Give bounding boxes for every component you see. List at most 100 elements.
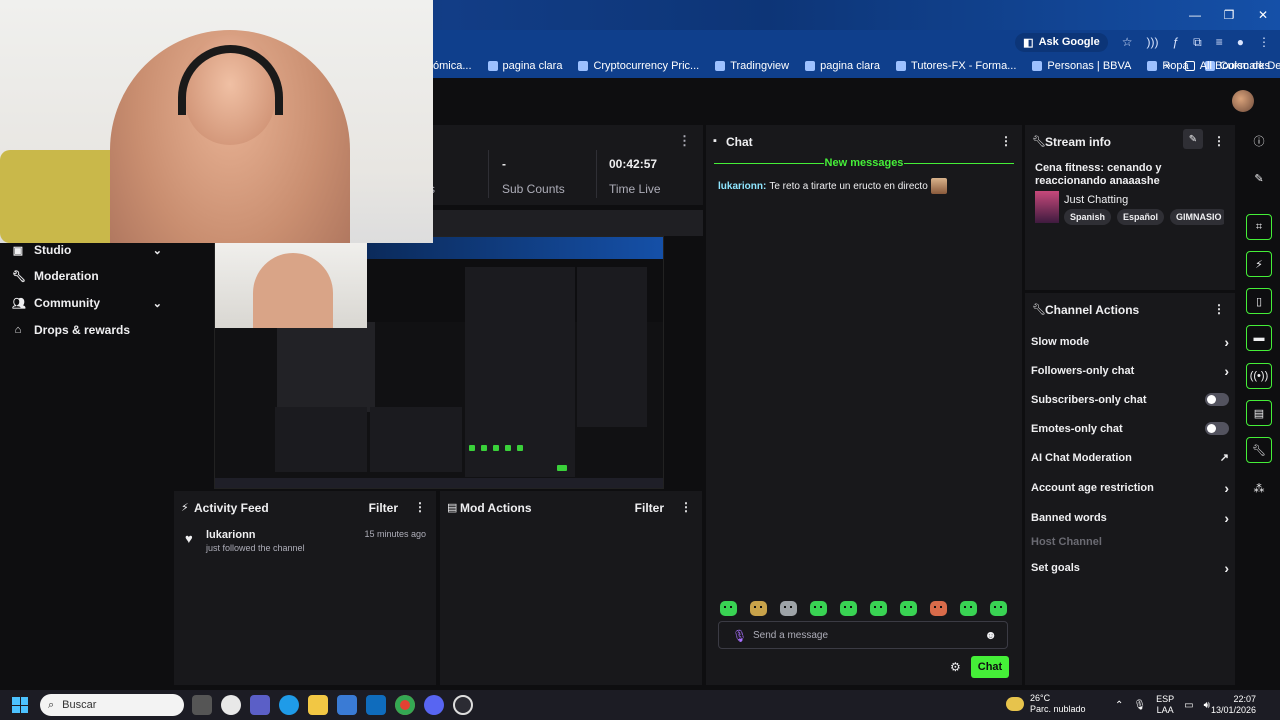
tag[interactable]: GIMNASIO [1170,209,1224,225]
outlook-icon[interactable] [366,695,386,715]
stat-time-live: 00:42:57 Time Live [609,157,661,196]
more-options-icon[interactable]: ⋮ [414,500,426,514]
emote-button[interactable] [990,601,1007,616]
tag[interactable]: Spanish [1064,209,1112,225]
user-avatar[interactable] [1232,90,1254,112]
chevron-down-icon[interactable]: ⌄ [153,244,162,257]
bookmark-item[interactable]: pagina clara [805,60,880,72]
filter-button[interactable]: Filter [369,501,398,515]
language-indicator[interactable]: ESP LAA [1156,694,1174,716]
emote-button[interactable] [870,601,887,616]
emote-button[interactable] [780,601,797,616]
star-icon[interactable]: ☆ [1122,35,1133,49]
emotes-only-toggle[interactable] [1205,422,1229,435]
more-options-icon[interactable]: ⋮ [1000,134,1012,148]
nav-item-community[interactable]: 👥︎ Community ⌄ [12,296,162,310]
bookmark-item[interactable]: Cryptocurrency Pric... [578,60,699,72]
action-ai-moderation[interactable]: AI Chat Moderation ↗ [1031,451,1229,465]
stream-info-panel: 🔧︎ Stream info ✎ ⋮ Cena fitness: cenando… [1025,125,1235,290]
action-account-age[interactable]: Account age restriction › [1031,480,1229,496]
wrench-icon[interactable]: 🔧︎ [1246,437,1272,463]
layout-icon[interactable]: ▤ [1246,400,1272,426]
chat-username[interactable]: lukarionn: [718,181,766,192]
more-options-icon[interactable]: ⋮ [680,500,692,514]
emote-button[interactable] [930,601,947,616]
chat-input[interactable]: 🎙︎ Send a message ☻ [718,621,1008,649]
category-name[interactable]: Just Chatting [1064,194,1128,206]
more-bookmarks-icon[interactable]: » [1165,60,1171,72]
clock[interactable]: 22:07 13/01/2026 [1211,694,1256,716]
microphone-icon[interactable]: 🎙︎ [1133,700,1146,711]
minimize-icon[interactable]: — [1178,0,1212,30]
info-icon[interactable]: ⓘ [1246,128,1272,154]
obs-icon[interactable] [453,695,473,715]
volume-icon[interactable]: 🔊︎ [1204,700,1210,711]
ask-google-label: Ask Google [1038,36,1100,48]
tag[interactable]: Español [1117,209,1165,225]
clip-icon[interactable]: ⌗ [1246,214,1272,240]
chat-bubble-icon[interactable]: ▬ [1246,325,1272,351]
bookmark-item[interactable]: Tradingview [715,60,789,72]
chevron-up-icon[interactable]: ⌃ [1115,700,1123,711]
bookmark-item[interactable]: ómica... [433,60,472,72]
nav-item-studio[interactable]: ▣ Studio ⌄ [12,243,162,257]
emote-button[interactable] [840,601,857,616]
action-set-goals[interactable]: Set goals › [1031,560,1229,576]
discord-icon[interactable] [424,695,444,715]
nav-item-drops-rewards[interactable]: ⌂ Drops & rewards [12,323,162,337]
bookmark-item[interactable]: pagina clara [487,60,562,72]
slack-icon[interactable] [221,695,241,715]
bookmark-item[interactable]: Personas | BBVA [1032,60,1131,72]
task-view-icon[interactable] [192,695,212,715]
filter-button[interactable]: Filter [635,501,664,515]
action-slow-mode[interactable]: Slow mode › [1031,334,1229,350]
activity-user[interactable]: lukarionn [206,529,256,541]
document-icon[interactable]: ▯ [1246,288,1272,314]
lightning-icon[interactable]: ⚡︎ [1246,251,1272,277]
add-action-icon[interactable]: ⁂ [1246,475,1272,501]
queue-icon[interactable]: ≡ [1216,35,1223,49]
restore-icon[interactable]: ❐ [1212,0,1246,30]
nav-item-moderation[interactable]: 🔧︎ Moderation [12,269,162,283]
microphone-icon[interactable]: 🎙︎ [732,629,747,643]
bookmark-item[interactable]: Tutores-FX - Forma... [896,60,1016,72]
edge-icon[interactable] [279,695,299,715]
all-bookmarks-button[interactable]: All Bookmarks [1184,60,1270,72]
weather-widget[interactable]: 26°C Parc. nublado [1006,693,1086,715]
new-messages-divider: New messages [714,157,1014,169]
teams-icon[interactable] [250,695,270,715]
puzzle-icon[interactable]: ⧉ [1193,35,1202,50]
chat-send-button[interactable]: Chat [971,656,1009,678]
time-live-label: Time Live [609,182,661,196]
extension-wave-icon[interactable]: ))) [1146,35,1158,49]
action-host-channel: Host Channel [1031,536,1229,548]
file-explorer-icon[interactable] [308,695,328,715]
ask-google-button[interactable]: ◧ Ask Google [1015,32,1108,52]
pencil-icon[interactable]: ✎ [1246,165,1272,191]
gear-icon[interactable]: ⚙ [950,660,961,674]
emote-button[interactable] [960,601,977,616]
more-options-icon[interactable]: ⋮ [1213,134,1225,148]
more-options-icon[interactable]: ⋮ [678,133,691,149]
action-followers-only[interactable]: Followers-only chat › [1031,363,1229,379]
close-icon[interactable]: ✕ [1246,0,1280,30]
network-icon[interactable]: ▭ [1184,700,1193,711]
emote-button[interactable] [900,601,917,616]
action-banned-words[interactable]: Banned words › [1031,510,1229,526]
menu-icon[interactable]: ⋮ [1258,35,1270,49]
store-icon[interactable] [337,695,357,715]
profile-icon[interactable]: ● [1237,35,1244,49]
emote-button[interactable] [720,601,737,616]
emote-button[interactable] [750,601,767,616]
subscribers-only-toggle[interactable] [1205,393,1229,406]
emoji-icon[interactable]: ☻ [984,628,997,642]
emote-button[interactable] [810,601,827,616]
edit-icon[interactable]: ✎ [1183,129,1203,149]
chevron-down-icon[interactable]: ⌄ [153,297,162,310]
function-icon[interactable]: ƒ [1172,35,1179,49]
broadcast-icon[interactable]: ((•)) [1246,363,1272,389]
more-options-icon[interactable]: ⋮ [1213,302,1225,316]
windows-start-icon[interactable] [12,697,28,713]
chrome-icon[interactable] [395,695,415,715]
taskbar-search[interactable]: ⌕ Buscar [40,694,184,716]
